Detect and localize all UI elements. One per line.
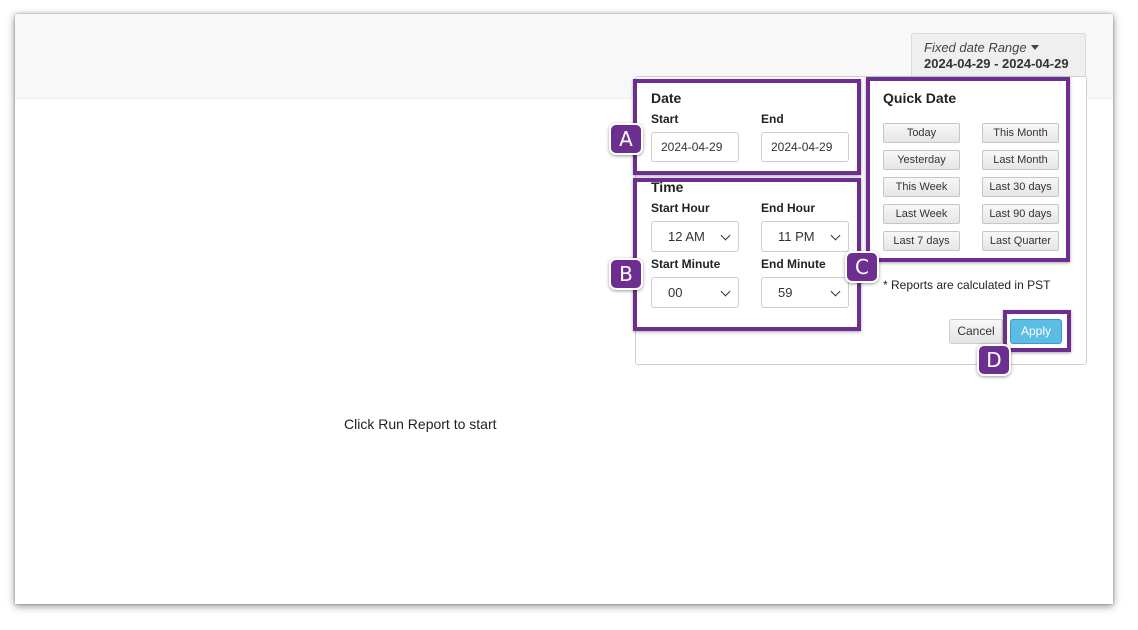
timezone-note: * Reports are calculated in PST bbox=[883, 278, 1051, 292]
date-range-dropdown[interactable]: Fixed date Range 2024-04-29 - 2024-04-29 bbox=[911, 33, 1086, 77]
annotation-badge-a: A bbox=[609, 123, 643, 155]
annotation-badge-b: B bbox=[609, 258, 643, 290]
caret-down-icon bbox=[1030, 45, 1039, 50]
date-range-label: Fixed date Range bbox=[924, 40, 1085, 55]
highlight-apply-button bbox=[1003, 310, 1071, 352]
highlight-time-section bbox=[633, 178, 861, 331]
highlight-quick-date-section bbox=[866, 77, 1070, 262]
annotation-badge-c: C bbox=[845, 251, 879, 283]
highlight-date-section bbox=[633, 79, 861, 175]
cancel-button[interactable]: Cancel bbox=[949, 319, 1003, 344]
empty-report-message: Click Run Report to start bbox=[344, 416, 497, 432]
annotation-badge-d: D bbox=[977, 344, 1011, 376]
date-range-value: 2024-04-29 - 2024-04-29 bbox=[924, 56, 1069, 71]
